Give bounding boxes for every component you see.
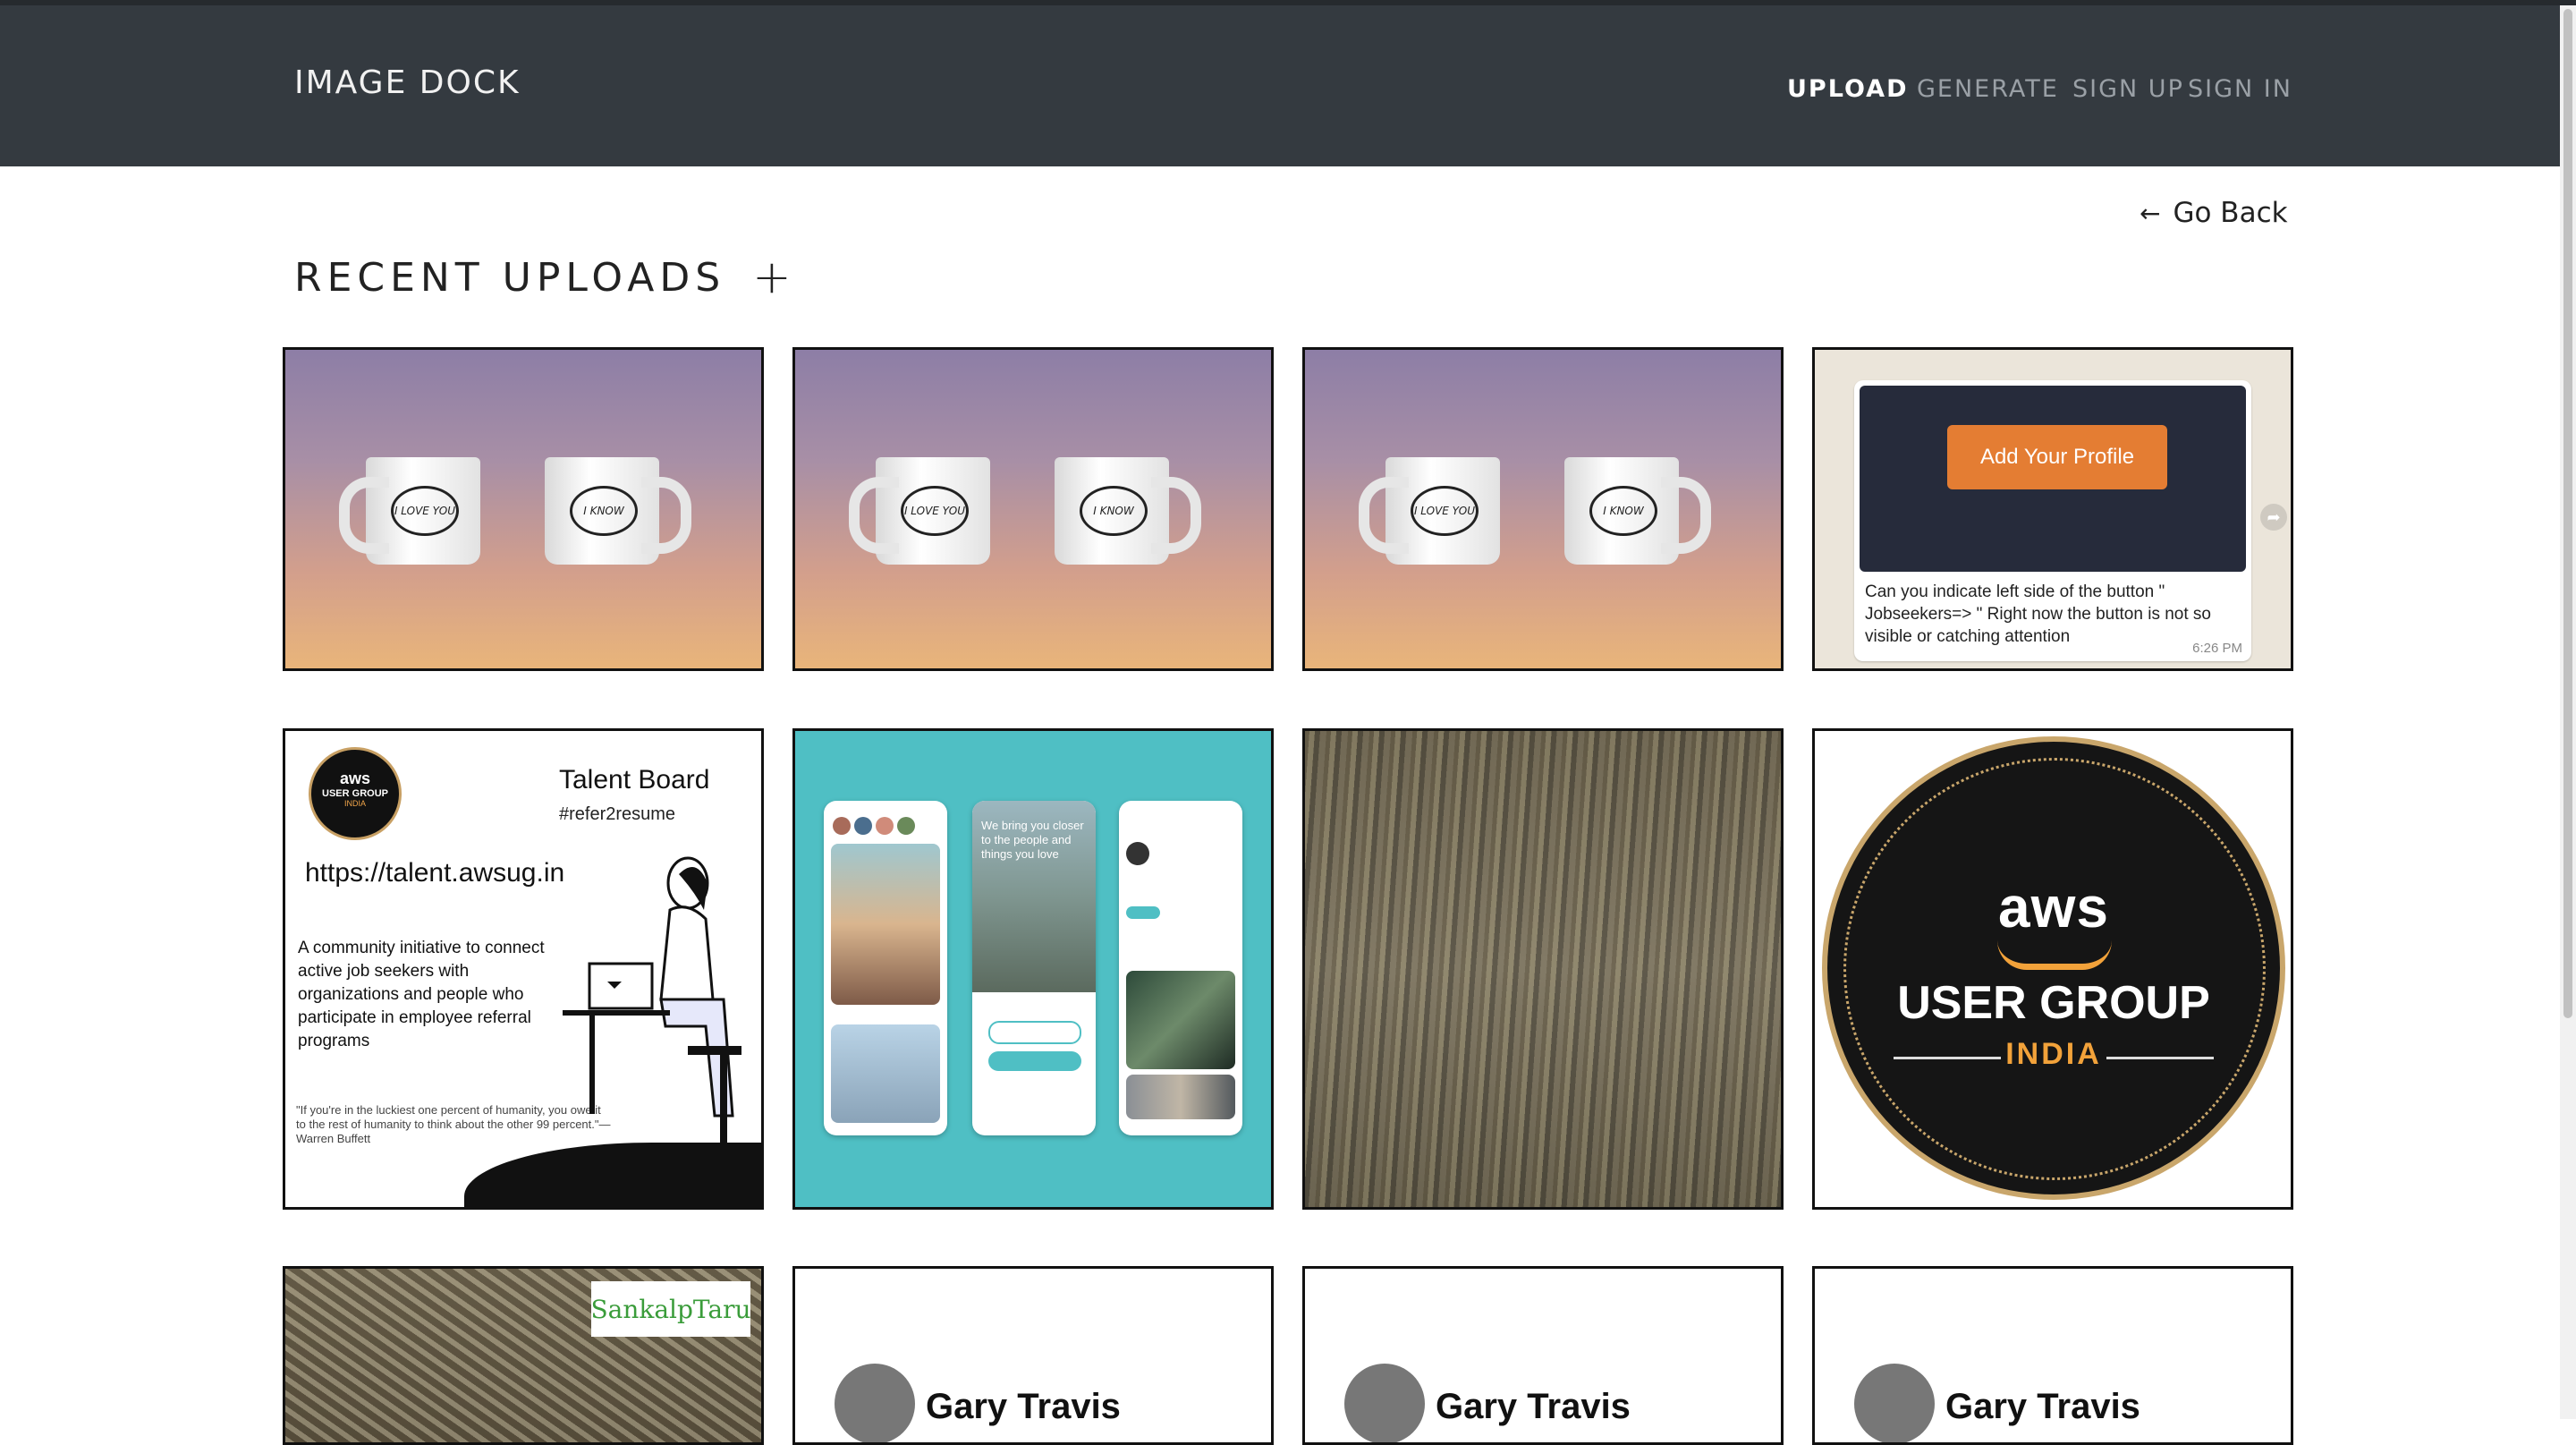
vertical-scrollbar[interactable]	[2560, 5, 2576, 1419]
aws-smile-icon	[1997, 940, 2112, 970]
avatar	[1344, 1364, 1425, 1442]
india-text: INDIA	[2005, 1037, 2102, 1071]
phone-screen-feed	[824, 801, 947, 1135]
nav-sign-up-link[interactable]: SIGN UP	[2072, 75, 2184, 103]
aws-user-group-badge: aws USER GROUP INDIA	[1822, 736, 2285, 1200]
chat-message-text: Can you indicate left side of the button…	[1865, 582, 2211, 646]
go-back-label: Go Back	[2173, 197, 2288, 229]
image-tile-mugs-1[interactable]: I LOVE YOU I KNOW	[283, 347, 764, 671]
navbar: IMAGE DOCK UPLOAD GENERATE SIGN UP SIGN …	[0, 5, 2576, 166]
scrollbar-thumb[interactable]	[2563, 9, 2572, 1018]
image-tile-gary-travis-1[interactable]: Gary Travis	[792, 1266, 1274, 1445]
person-name: Gary Travis	[1945, 1387, 2140, 1426]
avatar	[835, 1364, 915, 1442]
talent-board-url: https://talent.awsug.in	[305, 858, 565, 888]
nav-upload-link[interactable]: UPLOAD	[1787, 75, 1909, 103]
mug-left: I LOVE YOU	[339, 457, 480, 565]
image-tile-mugs-3[interactable]: I LOVE YOU I KNOW	[1302, 347, 1784, 671]
person-name: Gary Travis	[1436, 1387, 1631, 1426]
nav-generate-link[interactable]: GENERATE	[1917, 75, 2059, 103]
nav-sign-in-link[interactable]: SIGN IN	[2188, 75, 2292, 103]
person-name: Gary Travis	[926, 1387, 1121, 1426]
image-tile-texture[interactable]	[1302, 728, 1784, 1210]
arrow-left-icon: ←	[2140, 198, 2161, 228]
mug-right: I KNOW	[1564, 457, 1711, 565]
person-at-laptop-illustration	[563, 856, 741, 1143]
chat-message-bubble: Add Your Profile Can you indicate left s…	[1854, 380, 2251, 661]
plus-icon[interactable]: +	[752, 254, 797, 301]
image-tile-chat-screenshot[interactable]: Add Your Profile Can you indicate left s…	[1812, 347, 2293, 671]
aws-user-group-logo: aws USER GROUP INDIA	[309, 747, 402, 840]
user-group-text: USER GROUP	[1897, 977, 2210, 1029]
page-title: RECENT UPLOADS	[294, 254, 726, 301]
phone-screen-welcome: We bring you closer to the people and th…	[972, 801, 1096, 1135]
talent-board-tag: #refer2resume	[559, 804, 676, 824]
go-back-link[interactable]: ← Go Back	[2140, 197, 2288, 229]
aws-logo-text: aws	[1998, 875, 2109, 939]
image-tile-gary-travis-2[interactable]: Gary Travis	[1302, 1266, 1784, 1445]
image-tile-app-screens[interactable]: We bring you closer to the people and th…	[792, 728, 1274, 1210]
chat-embedded-image: Add Your Profile	[1860, 386, 2246, 572]
sankalptaru-logo: SankalpTaru	[590, 1281, 751, 1337]
image-tile-talent-board[interactable]: aws USER GROUP INDIA Talent Board #refer…	[283, 728, 764, 1210]
add-profile-button-image: Add Your Profile	[1947, 425, 2167, 489]
mug-right: I KNOW	[545, 457, 691, 565]
image-tile-sankalptaru[interactable]: SankalpTaru	[283, 1266, 764, 1445]
mug-bubble-text: I KNOW	[1080, 486, 1148, 536]
avatar	[1854, 1364, 1935, 1442]
share-icon: ➦	[2260, 504, 2287, 531]
mug-bubble-text: I LOVE YOU	[901, 486, 969, 536]
mug-bubble-text: I LOVE YOU	[1411, 486, 1479, 536]
welcome-tagline: We bring you closer to the people and th…	[981, 819, 1084, 861]
mug-left: I LOVE YOU	[1359, 457, 1500, 565]
mug-left: I LOVE YOU	[849, 457, 990, 565]
section-heading: RECENT UPLOADS +	[294, 254, 797, 301]
image-tile-aws-badge[interactable]: aws USER GROUP INDIA	[1812, 728, 2293, 1210]
mug-bubble-text: I KNOW	[570, 486, 638, 536]
talent-board-description: A community initiative to connect active…	[298, 939, 545, 1050]
phone-screen-profile	[1119, 801, 1242, 1135]
talent-board-title: Talent Board	[559, 765, 710, 795]
image-tile-mugs-2[interactable]: I LOVE YOU I KNOW	[792, 347, 1274, 671]
mug-bubble-text: I KNOW	[1589, 486, 1657, 536]
illustration-ground	[464, 1143, 761, 1207]
mug-bubble-text: I LOVE YOU	[391, 486, 459, 536]
mug-right: I KNOW	[1055, 457, 1201, 565]
chat-timestamp: 6:26 PM	[2192, 641, 2242, 656]
image-tile-gary-travis-3[interactable]: Gary Travis	[1812, 1266, 2293, 1445]
bark-texture-image	[1305, 731, 1781, 1207]
brand-logo[interactable]: IMAGE DOCK	[294, 64, 521, 101]
